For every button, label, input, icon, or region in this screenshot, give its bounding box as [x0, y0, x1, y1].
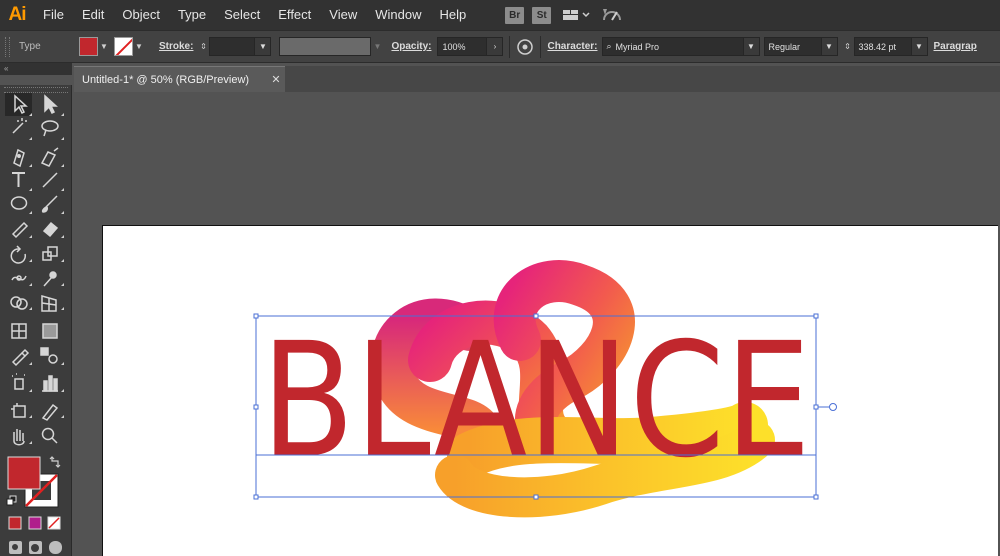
divider [540, 35, 542, 58]
menu-type[interactable]: Type [169, 0, 215, 30]
opacity-dropdown-icon[interactable]: › [487, 37, 504, 56]
font-style-dropdown-icon[interactable]: ▼ [821, 37, 838, 56]
menu-select[interactable]: Select [215, 0, 269, 30]
bridge-button[interactable]: Br [505, 6, 525, 24]
font-search-icon: ⌕ [606, 41, 612, 51]
gpu-performance-icon[interactable] [601, 6, 623, 24]
recolor-artwork-icon[interactable] [516, 38, 534, 56]
opacity-field[interactable]: 100% [437, 37, 488, 56]
fill-swatch-large[interactable] [7, 456, 41, 490]
color-mode-button[interactable] [8, 516, 22, 530]
divider [509, 35, 511, 58]
tab-strip [285, 66, 1000, 92]
app-logo: Ai [8, 4, 27, 25]
screen-mode-icon[interactable] [49, 541, 62, 554]
stroke-swatch[interactable] [114, 37, 133, 56]
font-size-field[interactable]: 338.42 pt [853, 37, 912, 56]
color-mode-buttons [8, 516, 61, 530]
document-tab[interactable]: Untitled-1* @ 50% (RGB/Preview) ✕ [74, 66, 285, 92]
variable-width-dropdown-icon: ▼ [373, 42, 382, 51]
menu-help[interactable]: Help [430, 0, 475, 30]
close-document-icon[interactable]: ✕ [267, 73, 285, 86]
draw-normal-icon[interactable] [9, 541, 22, 554]
tools-panel-grip[interactable] [4, 87, 68, 93]
font-style-field[interactable]: Regular [763, 37, 822, 56]
draw-behind-icon[interactable] [29, 541, 42, 554]
control-bar-grip[interactable] [5, 36, 10, 57]
paragraph-label[interactable]: Paragrap [934, 41, 977, 52]
gradient-mode-button[interactable] [28, 516, 42, 530]
workspace-switcher-icon[interactable] [561, 7, 591, 23]
none-mode-button[interactable] [47, 516, 61, 530]
font-family-dropdown-icon[interactable]: ▼ [743, 37, 760, 56]
opacity-label[interactable]: Opacity: [391, 41, 431, 52]
menu-object[interactable]: Object [113, 0, 169, 30]
artwork-text[interactable]: BLANCE [261, 309, 811, 493]
stroke-label[interactable]: Stroke: [159, 41, 193, 52]
document-tab-title: Untitled-1* @ 50% (RGB/Preview) [82, 73, 250, 86]
gradient-tool-icon[interactable] [42, 323, 58, 339]
selection-type-label: Type [19, 41, 41, 52]
no-stroke-icon [115, 38, 132, 55]
font-family-field[interactable]: ⌕ Myriad Pro [601, 37, 744, 56]
stroke-dropdown-icon[interactable]: ▼ [133, 37, 145, 56]
stroke-weight-dropdown-icon[interactable]: ▼ [255, 37, 272, 56]
control-bar: Type ▼ ▼ Stroke: ⇕ ▼ ▼ Opacity: 100% › C… [0, 30, 1000, 63]
collapse-panel-button[interactable]: « [0, 63, 72, 75]
font-family-value: Myriad Pro [615, 41, 660, 52]
font-size-dropdown-icon[interactable]: ▼ [911, 37, 928, 56]
menu-edit[interactable]: Edit [73, 0, 113, 30]
menu-view[interactable]: View [320, 0, 366, 30]
stroke-stepper-icon[interactable]: ⇕ [197, 37, 209, 56]
menu-window[interactable]: Window [366, 0, 430, 30]
font-size-stepper-icon[interactable]: ⇕ [842, 37, 854, 56]
menu-file[interactable]: File [34, 0, 73, 30]
fill-dropdown-icon[interactable]: ▼ [98, 37, 110, 56]
stock-button[interactable]: St [532, 6, 552, 24]
menu-bar: Ai File Edit Object Type Select Effect V… [0, 0, 1000, 30]
variable-width-profile-field [279, 37, 372, 56]
draw-mode-buttons [9, 541, 62, 554]
fill-swatch[interactable] [79, 37, 98, 56]
rotate-handle[interactable] [829, 403, 837, 411]
character-label[interactable]: Character: [547, 41, 597, 52]
stroke-weight-field[interactable] [209, 37, 256, 56]
menu-effect[interactable]: Effect [269, 0, 320, 30]
